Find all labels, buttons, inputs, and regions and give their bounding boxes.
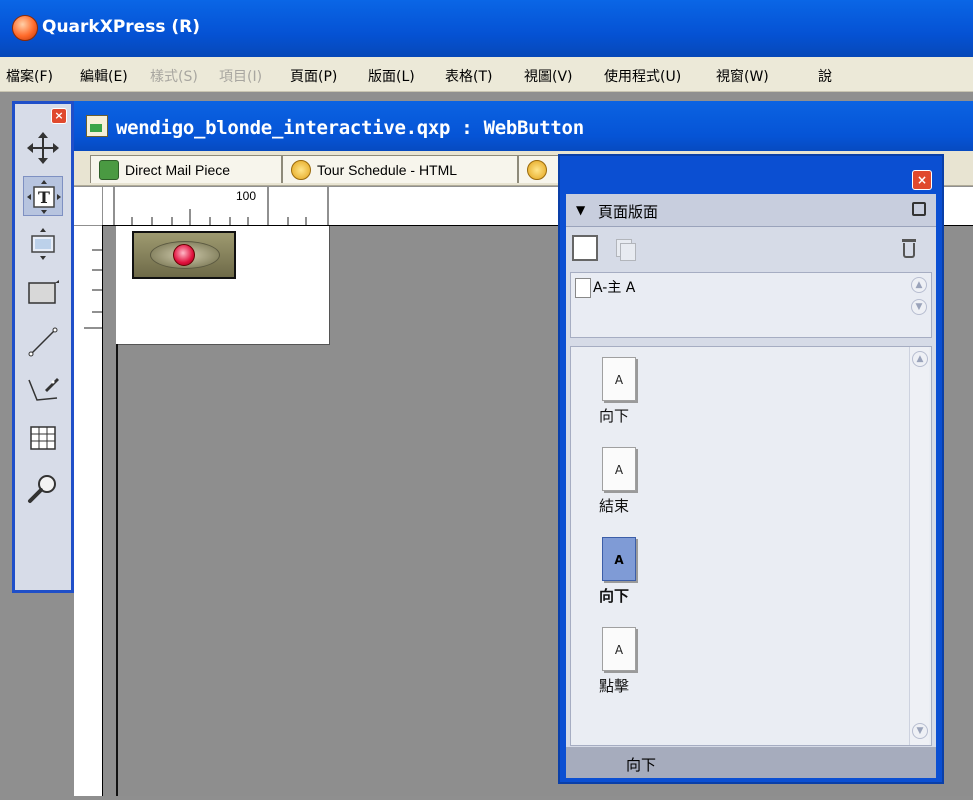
blank-page-icon[interactable] xyxy=(572,235,598,261)
document-pages-area: A 向下 A 結束 A 向下 A 點擊 ▲ ▼ xyxy=(570,346,932,746)
master-page-item[interactable]: A-主 A xyxy=(575,277,635,298)
line-tool-icon[interactable] xyxy=(23,322,63,362)
menu-view[interactable]: 視圖(V) xyxy=(524,66,573,86)
document-titlebar[interactable]: wendigo_blonde_interactive.qxp : WebButt… xyxy=(74,101,973,151)
scroll-down-icon[interactable]: ▼ xyxy=(911,299,927,315)
table-tool-icon[interactable] xyxy=(23,418,63,458)
menu-layout[interactable]: 版面(L) xyxy=(368,66,415,86)
palette-body: ▼ 頁面版面 A-主 A ▲ ▼ A 向下 A 結束 A 向下 A 點擊 ▲ ▼… xyxy=(566,194,936,778)
menu-file[interactable]: 檔案(F) xyxy=(6,66,53,86)
tab-direct-mail-piece[interactable]: Direct Mail Piece xyxy=(90,155,282,183)
web-layout-icon xyxy=(291,160,311,180)
interactive-layout-icon xyxy=(527,160,547,180)
page-thumb-item[interactable]: A 向下 xyxy=(599,357,659,426)
page-thumb-item[interactable]: A 點擊 xyxy=(599,627,659,696)
ruler-label: 100 xyxy=(236,189,257,203)
tool-palette: × T xyxy=(12,101,74,593)
master-thumb xyxy=(575,278,591,298)
zoom-tool-icon[interactable] xyxy=(23,468,63,508)
scroll-up-icon[interactable]: ▲ xyxy=(911,277,927,293)
print-layout-icon xyxy=(99,160,119,180)
menu-table[interactable]: 表格(T) xyxy=(445,66,492,86)
palette-header[interactable]: ▼ 頁面版面 xyxy=(566,194,936,227)
menu-edit[interactable]: 編輯(E) xyxy=(80,66,128,86)
master-pages-area: A-主 A ▲ ▼ xyxy=(570,272,932,338)
trash-icon[interactable] xyxy=(896,235,922,261)
menu-item[interactable]: 項目(I) xyxy=(219,66,262,86)
menu-page[interactable]: 頁面(P) xyxy=(290,66,337,86)
menu-bar: 檔案(F) 編輯(E) 樣式(S) 項目(I) 頁面(P) 版面(L) 表格(T… xyxy=(0,57,973,92)
tab-tour-schedule-html[interactable]: Tour Schedule - HTML xyxy=(282,155,518,183)
current-page-label: 向下 xyxy=(626,756,657,774)
menu-style[interactable]: 樣式(S) xyxy=(150,66,198,86)
picture-content-tool-icon[interactable] xyxy=(23,224,63,264)
close-icon[interactable]: × xyxy=(912,170,932,190)
palette-toolbar xyxy=(566,227,936,267)
palette-menu-icon[interactable] xyxy=(912,202,926,216)
svg-text:T: T xyxy=(38,188,50,207)
quarkxpress-icon xyxy=(12,15,38,41)
page-thumb-item[interactable]: A 結束 xyxy=(599,447,659,516)
duplicate-page-icon[interactable] xyxy=(612,235,638,261)
menu-utilities[interactable]: 使用程式(U) xyxy=(604,66,681,86)
menu-window[interactable]: 視窗(W) xyxy=(716,66,769,86)
vertical-ruler[interactable] xyxy=(74,226,103,796)
document-icon xyxy=(86,115,108,137)
page-layout-palette: × ▼ 頁面版面 A-主 A ▲ ▼ A 向下 A 結束 A 向下 A 點擊 ▲… xyxy=(558,154,944,784)
document-title: wendigo_blonde_interactive.qxp : WebButt… xyxy=(116,117,584,139)
app-titlebar[interactable]: QuarkXPress (R) xyxy=(0,0,973,57)
app-title: QuarkXPress (R) xyxy=(42,17,200,37)
move-tool-icon[interactable] xyxy=(23,128,63,168)
collapse-triangle-icon[interactable]: ▼ xyxy=(576,203,585,217)
box-tool-icon[interactable] xyxy=(23,272,63,312)
content-tool-icon[interactable]: T xyxy=(23,176,63,216)
bezier-pen-tool-icon[interactable] xyxy=(23,370,63,410)
web-button-item[interactable] xyxy=(132,231,236,279)
ruler-origin[interactable] xyxy=(74,187,103,225)
page-thumb-item-current[interactable]: A 向下 xyxy=(599,537,659,606)
record-button-icon xyxy=(173,244,195,266)
page-edge-line xyxy=(116,344,118,796)
page[interactable] xyxy=(116,226,330,345)
masters-scrollbar[interactable]: ▲ ▼ xyxy=(909,273,929,337)
palette-title: 頁面版面 xyxy=(598,203,659,221)
palette-status: 向下 xyxy=(566,747,936,778)
menu-help[interactable]: 說 xyxy=(818,66,832,86)
scroll-down-icon[interactable]: ▼ xyxy=(912,723,928,739)
close-icon[interactable]: × xyxy=(51,108,67,124)
pages-scrollbar[interactable]: ▲ ▼ xyxy=(909,347,929,745)
scroll-up-icon[interactable]: ▲ xyxy=(912,351,928,367)
